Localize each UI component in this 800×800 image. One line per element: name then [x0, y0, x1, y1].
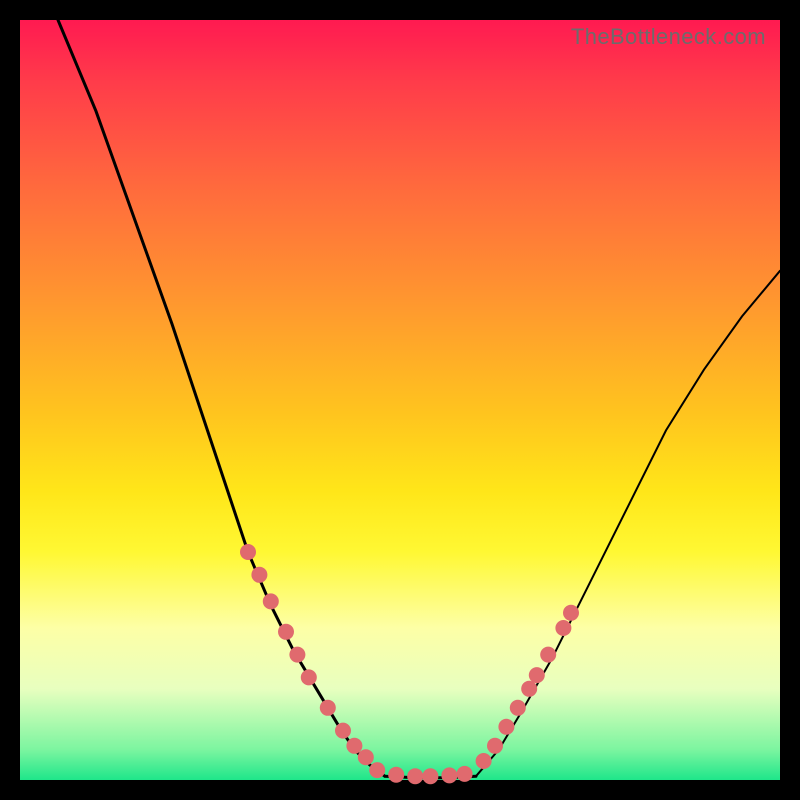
data-point	[563, 605, 579, 621]
data-point	[498, 719, 514, 735]
data-point	[263, 593, 279, 609]
data-point	[540, 647, 556, 663]
data-point	[441, 767, 457, 783]
bead-group	[240, 544, 579, 784]
data-point	[521, 681, 537, 697]
data-point	[555, 620, 571, 636]
data-point	[320, 700, 336, 716]
plot-area: TheBottleneck.com	[20, 20, 780, 780]
data-point	[407, 768, 423, 784]
series-left-curve	[58, 20, 385, 776]
curve-group	[58, 20, 780, 778]
data-point	[278, 624, 294, 640]
data-point	[487, 738, 503, 754]
data-point	[346, 738, 362, 754]
series-right-curve	[476, 271, 780, 776]
data-point	[240, 544, 256, 560]
data-point	[529, 667, 545, 683]
data-point	[476, 753, 492, 769]
data-point	[510, 700, 526, 716]
chart-svg	[20, 20, 780, 780]
data-point	[358, 749, 374, 765]
data-point	[335, 723, 351, 739]
data-point	[388, 767, 404, 783]
data-point	[457, 766, 473, 782]
data-point	[289, 647, 305, 663]
chart-frame: TheBottleneck.com	[0, 0, 800, 800]
data-point	[422, 768, 438, 784]
data-point	[369, 762, 385, 778]
data-point	[301, 669, 317, 685]
data-point	[251, 567, 267, 583]
